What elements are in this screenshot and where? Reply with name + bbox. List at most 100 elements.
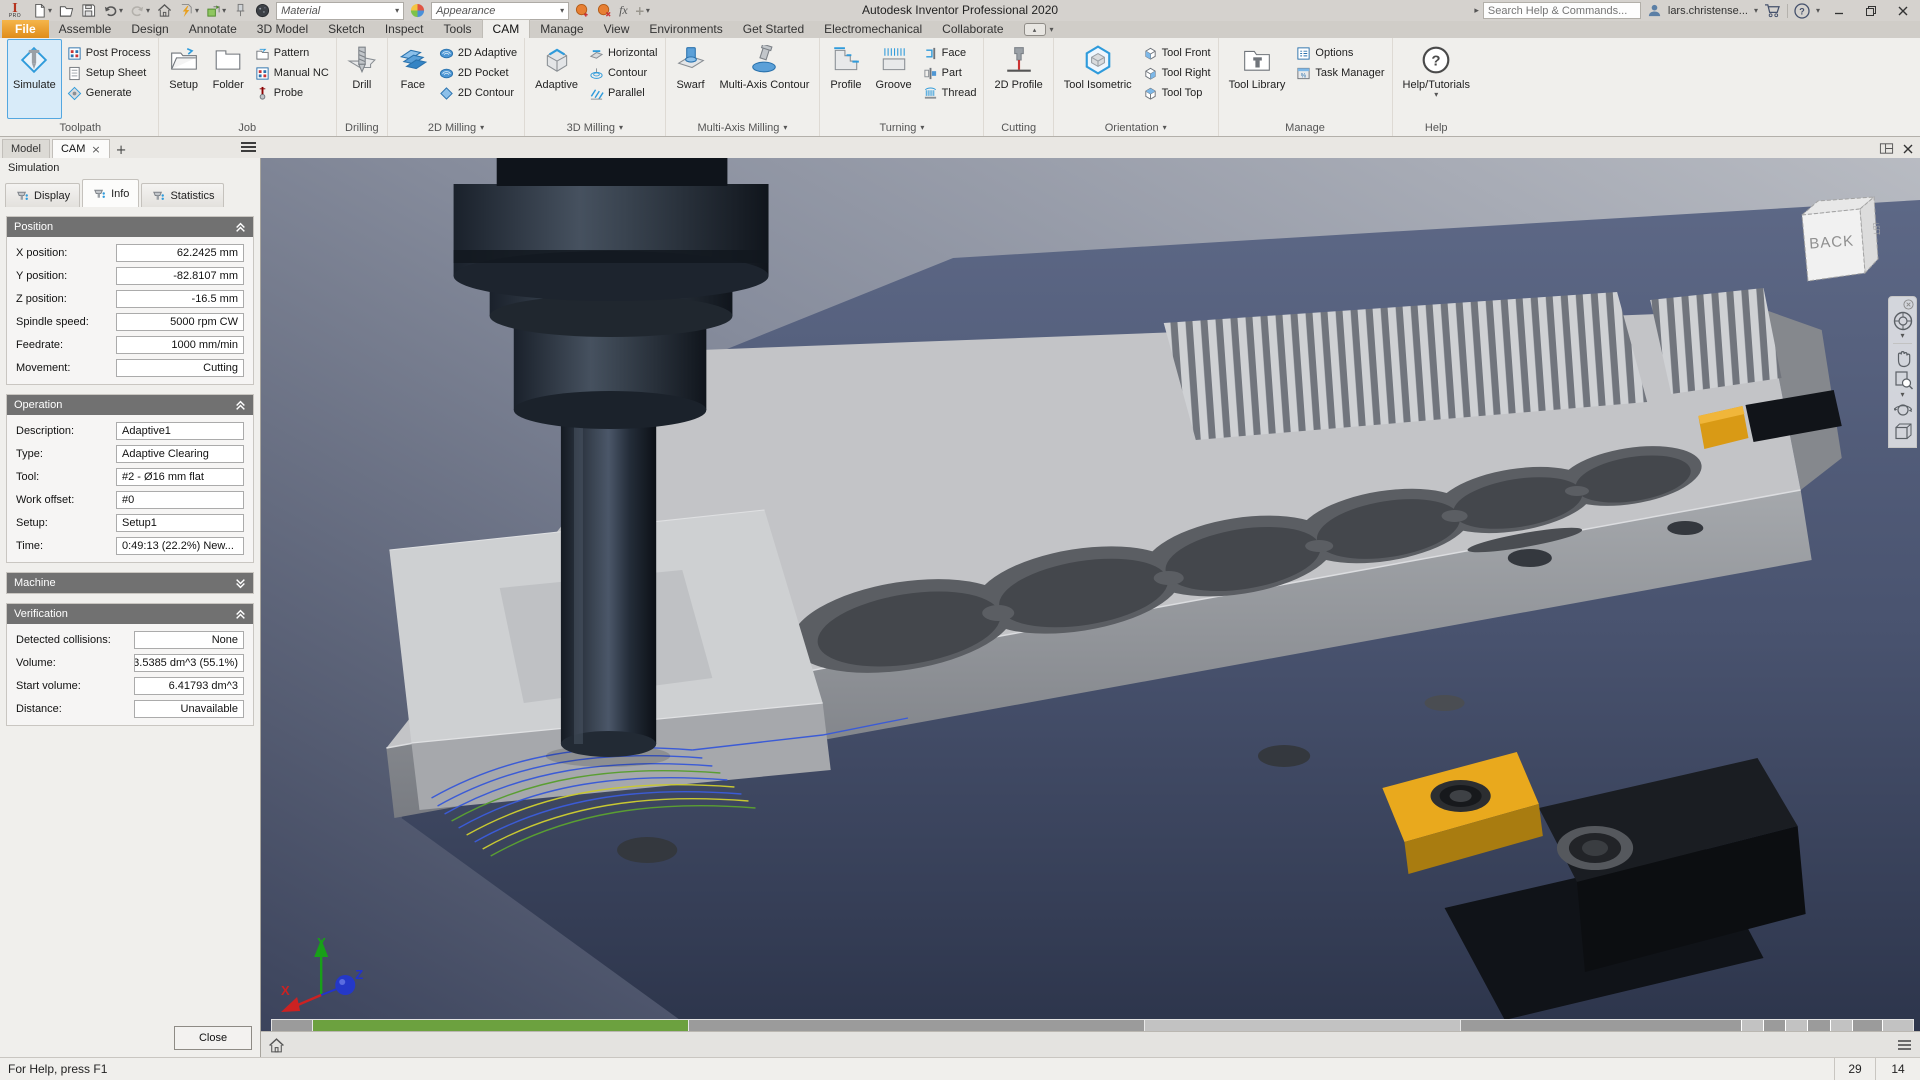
- tab-display[interactable]: Display: [5, 183, 80, 207]
- adaptive-button[interactable]: Adaptive: [529, 39, 584, 119]
- turn-profile-button[interactable]: Profile: [824, 39, 867, 119]
- setup-sheet-button[interactable]: Setup Sheet: [64, 63, 154, 83]
- post-process-button[interactable]: Post Process: [64, 43, 154, 63]
- group-label-drilling[interactable]: Drilling: [341, 119, 383, 136]
- group-label-multiaxis[interactable]: Multi-Axis Milling▾: [670, 119, 816, 136]
- group-label-cutting[interactable]: Cutting: [988, 119, 1048, 136]
- tool-isometric-button[interactable]: Tool Isometric: [1058, 39, 1138, 119]
- store-cart-icon[interactable]: [1764, 3, 1781, 18]
- restore-button[interactable]: [1858, 2, 1884, 20]
- turn-thread-button[interactable]: Thread: [920, 83, 980, 103]
- tab-sketch[interactable]: Sketch: [318, 20, 375, 38]
- close-tab-icon[interactable]: ×: [91, 143, 100, 156]
- undo-button[interactable]: ▾: [102, 2, 124, 20]
- pan-icon[interactable]: [1892, 347, 1914, 369]
- tab-collaborate[interactable]: Collaborate: [932, 20, 1013, 38]
- orbit-icon[interactable]: [1892, 399, 1914, 421]
- 2d-contour-button[interactable]: 2D Contour: [436, 83, 520, 103]
- manual-nc-button[interactable]: Manual NC: [252, 63, 332, 83]
- material-combo[interactable]: Material▾: [276, 2, 404, 20]
- group-label-toolpath[interactable]: Toolpath: [7, 119, 154, 136]
- tab-statistics[interactable]: Statistics: [141, 183, 224, 207]
- doc-tab-model[interactable]: Model: [2, 139, 50, 158]
- tab-get-started[interactable]: Get Started: [733, 20, 814, 38]
- parallel-button[interactable]: Parallel: [586, 83, 661, 103]
- turn-groove-button[interactable]: Groove: [870, 39, 918, 119]
- turn-part-button[interactable]: Part: [920, 63, 980, 83]
- contour-button[interactable]: Contour: [586, 63, 661, 83]
- add-tab-button[interactable]: +: [110, 143, 133, 158]
- setup-button[interactable]: Setup: [163, 39, 205, 119]
- tab-inspect[interactable]: Inspect: [375, 20, 434, 38]
- help-icon[interactable]: ?: [1794, 3, 1810, 19]
- search-input[interactable]: [1483, 2, 1641, 19]
- signed-in-user[interactable]: lars.christense...: [1668, 5, 1748, 17]
- tab-cam[interactable]: CAM: [482, 19, 531, 38]
- appearance-combo[interactable]: Appearance▾: [431, 2, 569, 20]
- help-search[interactable]: ▸: [1474, 2, 1641, 19]
- view-cube[interactable]: BACK LEFT: [1780, 185, 1890, 295]
- viewcube-back-face[interactable]: BACK: [1809, 232, 1855, 252]
- tab-environments[interactable]: Environments: [639, 20, 732, 38]
- operation-header[interactable]: Operation: [7, 395, 253, 415]
- machine-header[interactable]: Machine: [7, 573, 253, 593]
- tab-3d-model[interactable]: 3D Model: [247, 20, 318, 38]
- parameters-button[interactable]: fx: [618, 2, 629, 20]
- home-button[interactable]: [156, 2, 173, 20]
- look-at-icon[interactable]: [1892, 421, 1914, 443]
- save-button[interactable]: [80, 2, 97, 20]
- simulation-close-button[interactable]: Close: [174, 1026, 252, 1050]
- redo-button[interactable]: ▾: [129, 2, 151, 20]
- tab-assemble[interactable]: Assemble: [49, 20, 122, 38]
- zoom-icon[interactable]: [1892, 369, 1914, 391]
- new-file-button[interactable]: ▾: [31, 2, 53, 20]
- verification-header[interactable]: Verification: [7, 604, 253, 624]
- tab-file[interactable]: File: [2, 20, 49, 38]
- color-wheel-button[interactable]: [409, 2, 426, 20]
- 2d-pocket-button[interactable]: 2D Pocket: [436, 63, 520, 83]
- tab-annotate[interactable]: Annotate: [179, 20, 247, 38]
- simulate-button[interactable]: Simulate: [7, 39, 62, 119]
- group-label-2d-milling[interactable]: 2D Milling▾: [392, 119, 520, 136]
- navbar-dropdown-icon[interactable]: ▾: [1900, 332, 1904, 340]
- panel-menu-icon[interactable]: [241, 142, 256, 152]
- group-label-3d-milling[interactable]: 3D Milling▾: [529, 119, 660, 136]
- tool-top-button[interactable]: Tool Top: [1140, 83, 1214, 103]
- probe-button[interactable]: Probe: [252, 83, 332, 103]
- tab-manage[interactable]: Manage: [530, 20, 593, 38]
- tab-electromechanical[interactable]: Electromechanical: [814, 20, 932, 38]
- tool-right-button[interactable]: Tool Right: [1140, 63, 1214, 83]
- group-label-help[interactable]: Help: [1397, 119, 1476, 136]
- measure-button[interactable]: [232, 2, 249, 20]
- position-header[interactable]: Position: [7, 217, 253, 237]
- minimize-button[interactable]: [1826, 2, 1852, 20]
- zoom-dropdown-icon[interactable]: ▾: [1900, 391, 1904, 399]
- update-button[interactable]: ▾: [205, 2, 227, 20]
- ribbon-collapse-control[interactable]: ▴ ▾: [1024, 23, 1054, 38]
- group-label-job[interactable]: Job: [163, 119, 332, 136]
- viewcube-left-face[interactable]: LEFT: [1871, 222, 1883, 235]
- turn-face-button[interactable]: Face: [920, 43, 980, 63]
- 2d-profile-button[interactable]: 2D Profile: [988, 39, 1048, 119]
- multi-axis-contour-button[interactable]: Multi-Axis Contour: [714, 39, 816, 119]
- face-2d-button[interactable]: Face: [392, 39, 434, 119]
- options-button[interactable]: Options: [1293, 43, 1387, 63]
- generate-button[interactable]: Generate: [64, 83, 154, 103]
- tool-front-button[interactable]: Tool Front: [1140, 43, 1214, 63]
- tab-design[interactable]: Design: [121, 20, 178, 38]
- help-tutorials-button[interactable]: Help/Tutorials▾: [1397, 39, 1476, 119]
- drill-button[interactable]: Drill: [341, 39, 383, 119]
- tab-info[interactable]: Info: [82, 179, 139, 207]
- timeline-menu-icon[interactable]: [1898, 1040, 1911, 1050]
- iproperties-button[interactable]: ▾: [178, 2, 200, 20]
- pattern-button[interactable]: Pattern: [252, 43, 332, 63]
- navigation-wheel-icon[interactable]: [1892, 310, 1914, 332]
- tab-tools[interactable]: Tools: [434, 20, 482, 38]
- horizontal-button[interactable]: Horizontal: [586, 43, 661, 63]
- swarf-button[interactable]: Swarf: [670, 39, 712, 119]
- inventor-logo[interactable]: I PRO: [4, 2, 26, 19]
- navbar-close-icon[interactable]: [1903, 299, 1914, 310]
- group-label-orientation[interactable]: Orientation▾: [1058, 119, 1214, 136]
- close-document-icon[interactable]: [1902, 143, 1914, 155]
- 2d-adaptive-button[interactable]: 2D Adaptive: [436, 43, 520, 63]
